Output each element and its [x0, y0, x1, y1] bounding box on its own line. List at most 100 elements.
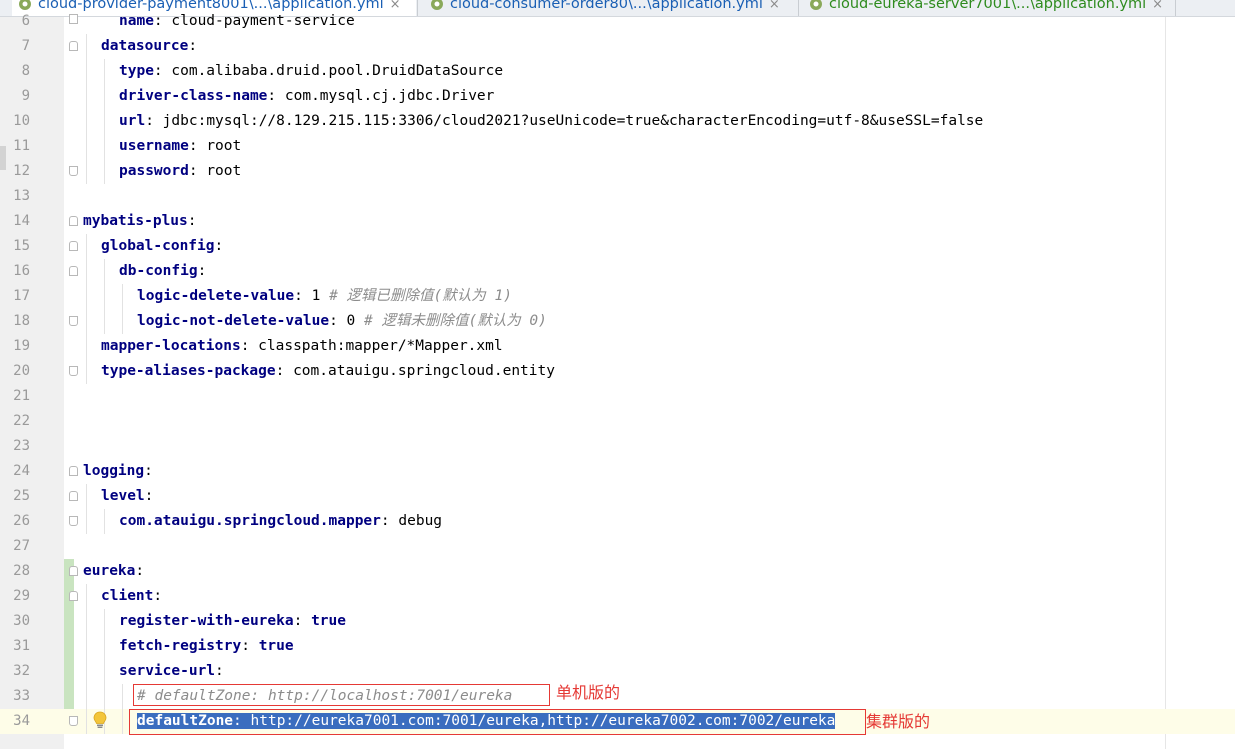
code-line[interactable]: 30 register-with-eureka: true: [0, 609, 1235, 634]
line-number: 34: [13, 713, 30, 729]
yaml-key: fetch-registry: [119, 638, 242, 654]
yaml-key: client: [101, 588, 154, 604]
yaml-value: com.alibaba.druid.pool.DruidDataSource: [171, 63, 504, 79]
yaml-value: true: [311, 613, 346, 629]
yaml-key: logging: [83, 463, 145, 479]
line-number: 15: [13, 238, 30, 254]
line-number: 17: [13, 288, 30, 304]
yaml-key: password: [119, 163, 189, 179]
yaml-key: name: [119, 13, 154, 29]
fold-marker-icon[interactable]: [69, 366, 78, 376]
yaml-value: debug: [398, 513, 443, 529]
fold-marker-icon[interactable]: [69, 591, 78, 601]
code-line[interactable]: 31 fetch-registry: true: [0, 634, 1235, 659]
code-line[interactable]: 20 type-aliases-package: com.atauigu.spr…: [0, 359, 1235, 384]
code-line[interactable]: 8 type: com.alibaba.druid.pool.DruidData…: [0, 59, 1235, 84]
cluster-annotation: 集群版的: [866, 712, 931, 731]
code-line[interactable]: 19 mapper-locations: classpath:mapper/*M…: [0, 334, 1235, 359]
line-number: 24: [13, 463, 30, 479]
line-number: 18: [13, 313, 30, 329]
yaml-value: true: [258, 638, 294, 654]
code-line[interactable]: 24 logging:: [0, 459, 1235, 484]
line-number: 22: [13, 413, 30, 429]
code-line[interactable]: 26 com.atauigu.springcloud.mapper: debug: [0, 509, 1235, 534]
line-number: 9: [21, 88, 30, 104]
line-number: 31: [13, 638, 30, 654]
fold-marker-icon[interactable]: [69, 716, 78, 726]
fold-marker-icon[interactable]: [69, 316, 78, 326]
yaml-value: 1: [311, 288, 321, 304]
code-line[interactable]: 14 mybatis-plus:: [0, 209, 1235, 234]
yaml-key: com.atauigu.springcloud.mapper: [119, 513, 381, 529]
yaml-key: username: [119, 138, 189, 154]
yaml-comment: # 逻辑未删除值(默认为 0): [364, 313, 547, 329]
cluster-highlight-box: [129, 709, 866, 735]
code-editor[interactable]: 6 name: cloud-payment-service 7 datasour…: [0, 0, 1235, 749]
line-number: 6: [21, 13, 30, 29]
code-line[interactable]: 17 logic-delete-value: 1 # 逻辑已删除值(默认为 1): [0, 284, 1235, 309]
yaml-value: com.mysql.cj.jdbc.Driver: [284, 88, 495, 104]
code-line[interactable]: 10 url: jdbc:mysql://8.129.215.115:3306/…: [0, 109, 1235, 134]
line-number: 7: [21, 38, 30, 54]
code-line[interactable]: 21: [0, 384, 1235, 409]
fold-marker-icon[interactable]: [69, 241, 78, 251]
line-number: 30: [13, 613, 30, 629]
code-line[interactable]: 12 password: root: [0, 159, 1235, 184]
yaml-key: logic-delete-value: [137, 288, 295, 304]
yaml-value: cloud-payment-service: [171, 13, 355, 29]
yaml-key: eureka: [83, 563, 136, 579]
yaml-comment: # 逻辑已删除值(默认为 1): [329, 288, 512, 304]
yaml-value: classpath:mapper/*Mapper.xml: [258, 338, 503, 354]
line-number: 13: [13, 188, 30, 204]
line-number: 28: [13, 563, 30, 579]
line-number: 26: [13, 513, 30, 529]
yaml-key: register-with-eureka: [119, 613, 294, 629]
code-line[interactable]: 7 datasource:: [0, 34, 1235, 59]
code-line[interactable]: 28 eureka:: [0, 559, 1235, 584]
fold-marker-icon[interactable]: [69, 566, 78, 576]
fold-marker-icon[interactable]: [69, 14, 78, 24]
code-line[interactable]: 18 logic-not-delete-value: 0 # 逻辑未删除值(默认…: [0, 309, 1235, 334]
fold-marker-icon[interactable]: [69, 491, 78, 501]
code-line[interactable]: 27: [0, 534, 1235, 559]
line-number: 23: [13, 438, 30, 454]
fold-marker-icon[interactable]: [69, 41, 78, 51]
code-line[interactable]: 23: [0, 434, 1235, 459]
yaml-key: db-config: [119, 263, 198, 279]
line-number: 11: [13, 138, 30, 154]
line-number: 20: [13, 363, 30, 379]
fold-marker-icon[interactable]: [69, 166, 78, 176]
code-line[interactable]: 16 db-config:: [0, 259, 1235, 284]
code-line[interactable]: 9 driver-class-name: com.mysql.cj.jdbc.D…: [0, 84, 1235, 109]
yaml-key: logic-not-delete-value: [137, 313, 330, 329]
yaml-key: type: [119, 63, 154, 79]
yaml-value: root: [206, 138, 242, 154]
line-number: 14: [13, 213, 30, 229]
yaml-key: level: [101, 488, 145, 504]
line-number: 8: [21, 63, 30, 79]
fold-marker-icon[interactable]: [69, 466, 78, 476]
yaml-value: jdbc:mysql://8.129.215.115:3306/cloud202…: [162, 113, 984, 129]
line-number: 27: [13, 538, 30, 554]
code-line[interactable]: 6 name: cloud-payment-service: [0, 9, 1235, 34]
fold-marker-icon[interactable]: [69, 516, 78, 526]
yaml-key: driver-class-name: [119, 88, 268, 104]
fold-marker-icon[interactable]: [69, 216, 78, 226]
yaml-value: com.atauigu.springcloud.entity: [293, 363, 555, 379]
line-number: 16: [13, 263, 30, 279]
standalone-annotation: 单机版的: [556, 683, 621, 702]
line-number: 25: [13, 488, 30, 504]
yaml-key: mapper-locations: [101, 338, 241, 354]
line-number: 32: [13, 663, 30, 679]
code-line[interactable]: 11 username: root: [0, 134, 1235, 159]
code-line[interactable]: 25 level:: [0, 484, 1235, 509]
yaml-key: mybatis-plus: [83, 213, 188, 229]
code-line[interactable]: 15 global-config:: [0, 234, 1235, 259]
code-line[interactable]: 29 client:: [0, 584, 1235, 609]
code-line[interactable]: 22: [0, 409, 1235, 434]
fold-marker-icon[interactable]: [69, 266, 78, 276]
yaml-key: url: [119, 113, 146, 129]
code-line[interactable]: 13: [0, 184, 1235, 209]
standalone-highlight-box: [133, 684, 550, 706]
lightbulb-icon[interactable]: [93, 711, 107, 729]
